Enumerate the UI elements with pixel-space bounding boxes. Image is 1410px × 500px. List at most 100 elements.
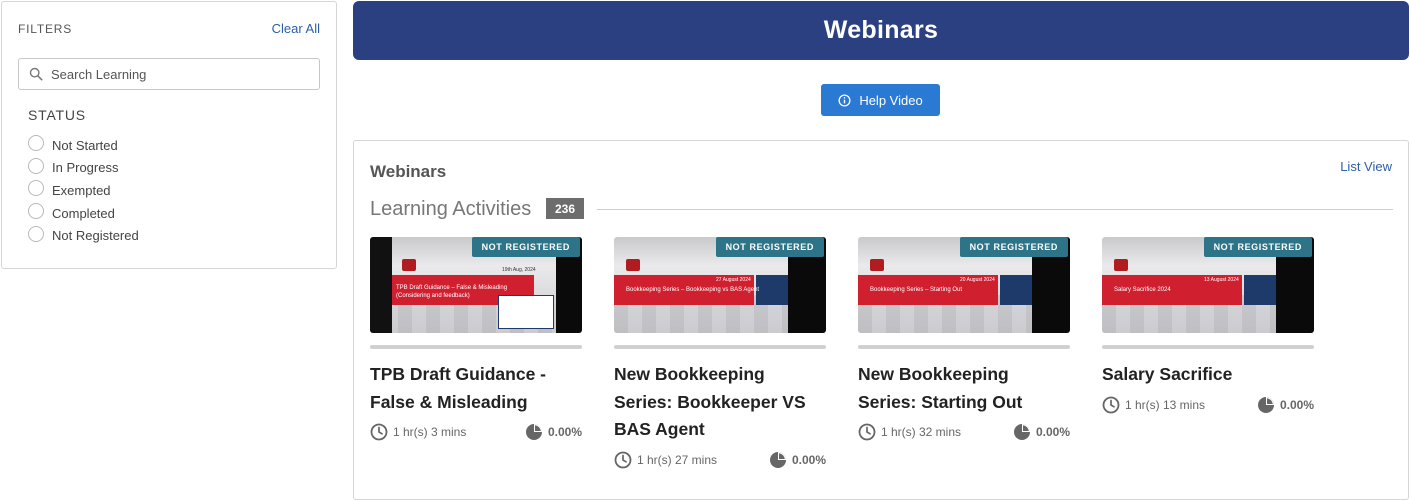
radio-button[interactable]: [28, 203, 44, 220]
pie-chart-icon: [769, 451, 786, 468]
status-option-exempted[interactable]: Exempted: [28, 179, 139, 202]
thumbnail-subheading: (Considering and feedback): [396, 293, 470, 299]
logo-icon: [1114, 259, 1128, 271]
filters-sidebar: FILTERS Clear All STATUS Not Started In …: [1, 1, 337, 269]
thumbnail-heading: Salary Sacrifice 2024: [1114, 287, 1171, 293]
search-icon: [29, 67, 43, 81]
info-circle-icon: [838, 93, 851, 107]
percent-text: 0.00%: [1279, 397, 1314, 412]
completion-percent: 0.00%: [1257, 396, 1314, 414]
status-option-not-started[interactable]: Not Started: [28, 134, 139, 157]
status-label: Exempted: [52, 182, 111, 198]
card-meta: 1 hr(s) 3 mins 0.00%: [370, 422, 582, 442]
completion-percent: 0.00%: [1013, 423, 1070, 441]
webinar-thumbnail[interactable]: Salary Sacrifice 2024 13 August 2024 NOT…: [1102, 237, 1314, 333]
duration-text: 1 hr(s) 3 mins: [393, 425, 467, 439]
percent-text: 0.00%: [547, 425, 582, 439]
page-title: Webinars: [823, 16, 939, 44]
progress-bar: [614, 345, 826, 349]
webinar-title[interactable]: Salary Sacrifice: [1102, 361, 1314, 389]
card-meta: 1 hr(s) 13 mins 0.00%: [1102, 395, 1314, 415]
pie-chart-icon: [1013, 424, 1030, 440]
pie-chart-icon: [525, 424, 542, 440]
duration: 1 hr(s) 3 mins: [370, 423, 466, 441]
progress-bar: [370, 345, 582, 349]
completion-percent: 0.00%: [769, 451, 826, 469]
thumbnail-date: 27 August 2024: [716, 277, 751, 283]
status-list: Not Started In Progress Exempted Complet…: [28, 134, 139, 247]
status-option-completed[interactable]: Completed: [28, 202, 139, 225]
status-badge: NOT REGISTERED: [1203, 237, 1312, 257]
webinar-card[interactable]: Bookkeeping Series – Starting Out 20 Aug…: [858, 237, 1070, 442]
pie-chart-icon: [1257, 396, 1274, 413]
list-view-link[interactable]: List View: [1340, 159, 1392, 174]
clock-icon: [858, 423, 876, 441]
webinar-thumbnail[interactable]: Bookkeeping Series – Starting Out 20 Aug…: [858, 237, 1070, 333]
learning-activities-count-badge: 236: [546, 198, 584, 219]
webinar-title[interactable]: New Bookkeeping Series: Starting Out: [858, 361, 1070, 416]
logo-icon: [402, 259, 416, 271]
thumbnail-heading: Bookkeeping Series – Bookkeeping vs BAS …: [626, 287, 760, 293]
logo-icon: [626, 259, 640, 271]
page-header: Webinars: [353, 1, 1409, 60]
divider: [597, 209, 1393, 210]
duration: 1 hr(s) 32 mins: [858, 423, 961, 441]
thumbnail-date: 13 August 2024: [1204, 277, 1239, 283]
radio-button[interactable]: [28, 180, 44, 197]
thumbnail-bar: [370, 237, 392, 333]
clear-all-link[interactable]: Clear All: [272, 21, 320, 36]
clock-icon: [370, 423, 388, 441]
webinar-title[interactable]: New Bookkeeping Series: Bookkeeper VS BA…: [614, 361, 826, 444]
percent-text: 0.00%: [791, 452, 826, 467]
status-badge: NOT REGISTERED: [715, 237, 824, 257]
duration: 1 hr(s) 27 mins: [614, 451, 717, 469]
radio-button[interactable]: [28, 225, 44, 242]
progress-bar: [858, 345, 1070, 349]
status-option-not-registered[interactable]: Not Registered: [28, 224, 139, 247]
duration-text: 1 hr(s) 32 mins: [881, 425, 962, 439]
status-label: Completed: [52, 205, 115, 221]
clock-icon: [1102, 396, 1120, 413]
thumbnail-heading: Bookkeeping Series – Starting Out: [870, 287, 963, 293]
card-meta: 1 hr(s) 32 mins 0.00%: [858, 422, 1070, 442]
clock-icon: [614, 451, 632, 468]
help-video-button[interactable]: Help Video: [821, 84, 940, 116]
webinar-thumbnail[interactable]: TPB Draft Guidance – False & Misleading …: [370, 237, 582, 333]
thumbnail-date: 19th Aug, 2024: [502, 267, 536, 273]
duration: 1 hr(s) 13 mins: [1102, 396, 1205, 414]
thumbnail-block: [756, 275, 788, 305]
card-meta: 1 hr(s) 27 mins 0.00%: [614, 450, 826, 470]
search-box[interactable]: [18, 58, 320, 90]
thumbnail-block: [1244, 275, 1276, 305]
status-label: In Progress: [52, 160, 119, 176]
completion-percent: 0.00%: [525, 423, 582, 441]
thumbnail-date: 20 August 2024: [960, 277, 995, 283]
webinar-card[interactable]: Salary Sacrifice 2024 13 August 2024 NOT…: [1102, 237, 1314, 415]
webinar-card[interactable]: TPB Draft Guidance – False & Misleading …: [370, 237, 582, 442]
status-title: STATUS: [28, 107, 86, 123]
duration-text: 1 hr(s) 27 mins: [637, 452, 718, 467]
radio-button[interactable]: [28, 135, 44, 152]
status-option-in-progress[interactable]: In Progress: [28, 157, 139, 180]
logo-icon: [870, 259, 884, 271]
thumbnail-block: [1000, 275, 1032, 305]
status-badge: NOT REGISTERED: [959, 237, 1068, 257]
webinars-panel: Webinars List View Learning Activities 2…: [353, 140, 1409, 500]
status-label: Not Registered: [52, 228, 139, 244]
learning-activities-title: Learning Activities: [370, 198, 532, 220]
help-video-label: Help Video: [859, 92, 923, 108]
panel-title: Webinars: [370, 162, 447, 181]
webinar-title[interactable]: TPB Draft Guidance - False & Misleading: [370, 361, 582, 416]
filters-title: FILTERS: [18, 22, 73, 36]
thumbnail-slide-panel: [498, 295, 554, 329]
thumbnail-heading: TPB Draft Guidance – False & Misleading: [396, 285, 508, 291]
duration-text: 1 hr(s) 13 mins: [1125, 397, 1206, 412]
progress-bar: [1102, 345, 1314, 349]
status-badge: NOT REGISTERED: [471, 237, 580, 257]
status-label: Not Started: [52, 137, 118, 153]
webinar-card[interactable]: Bookkeeping Series – Bookkeeping vs BAS …: [614, 237, 826, 470]
radio-button[interactable]: [28, 157, 44, 174]
webinar-thumbnail[interactable]: Bookkeeping Series – Bookkeeping vs BAS …: [614, 237, 826, 333]
search-input[interactable]: [51, 66, 311, 82]
percent-text: 0.00%: [1035, 425, 1070, 439]
